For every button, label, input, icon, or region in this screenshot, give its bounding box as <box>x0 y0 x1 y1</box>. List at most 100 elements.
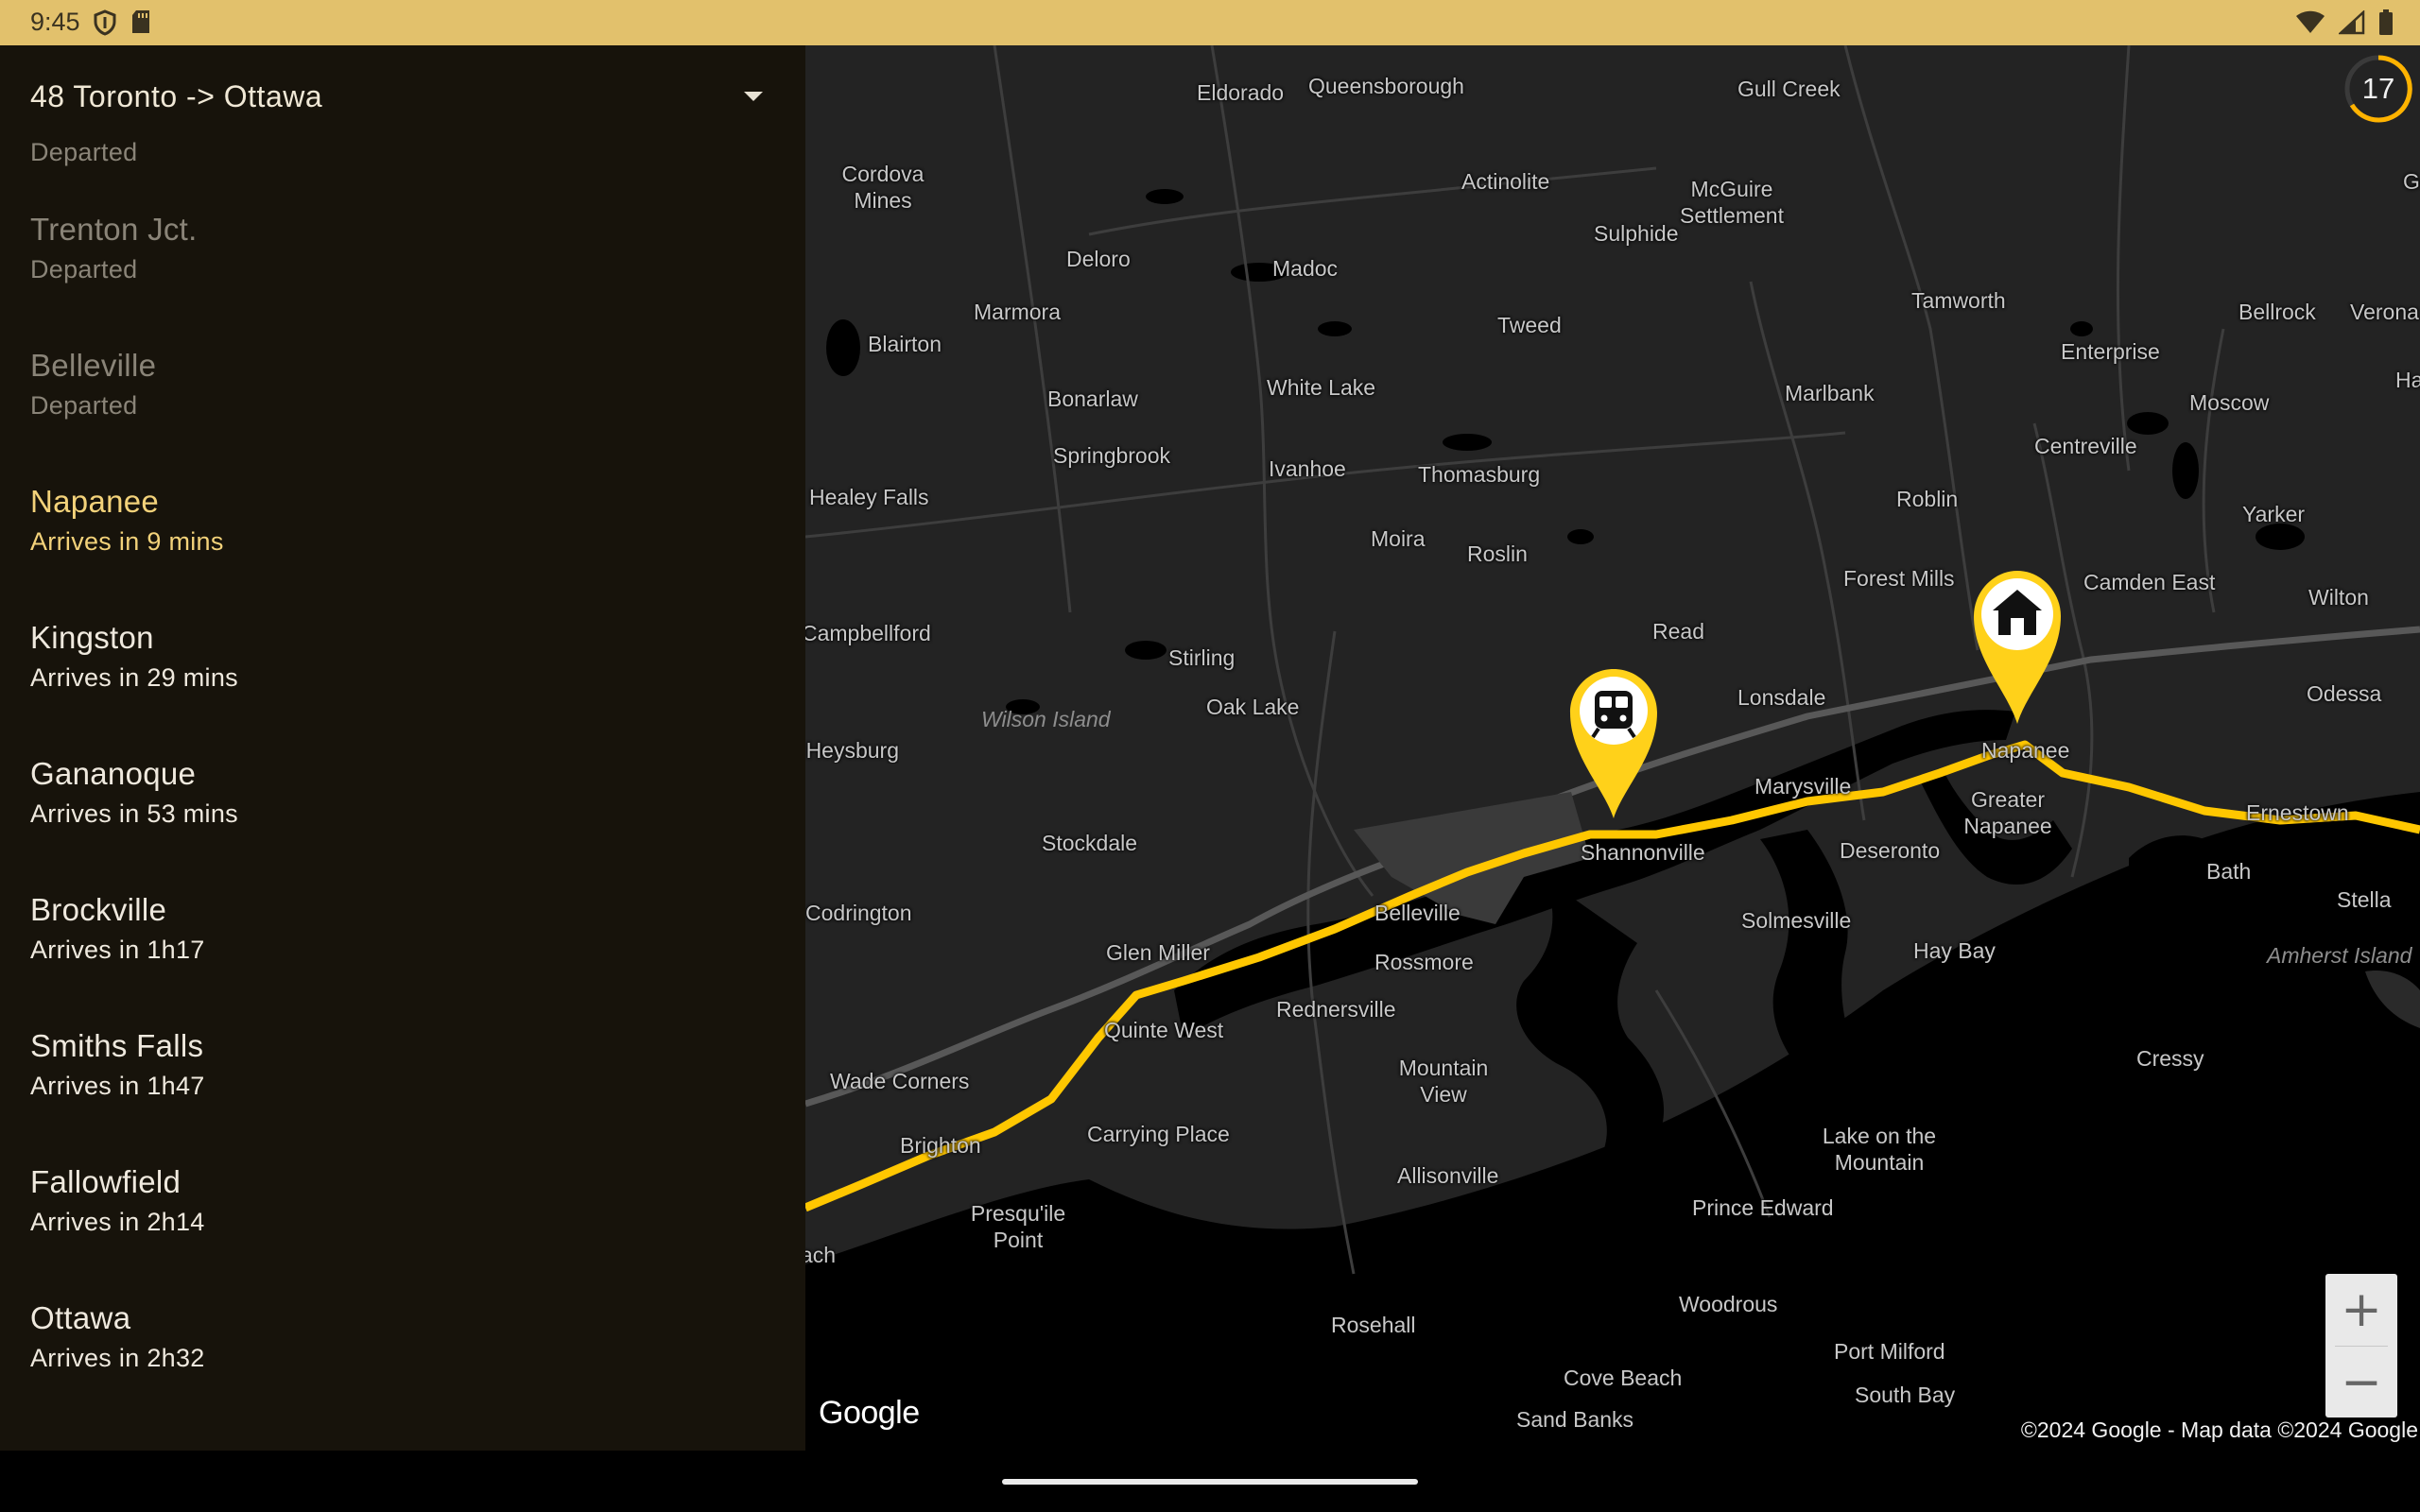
map-place-label: Beach <box>805 1243 836 1267</box>
map-place-label: Eldorado <box>1197 80 1285 105</box>
map-place-label: Presqu'ile Point <box>970 1201 1066 1252</box>
navigation-bar <box>0 1451 2420 1512</box>
train-icon <box>1570 669 1657 818</box>
cell-signal-icon <box>2339 10 2365 35</box>
list-item[interactable]: Trenton Jct. Departed <box>30 212 768 325</box>
map-place-label: Campbellford <box>805 621 931 645</box>
list-item[interactable]: Smiths Falls Arrives in 1h47 <box>30 1028 768 1142</box>
status-left-icons <box>93 9 151 36</box>
map-place-label: Brighton <box>900 1133 981 1158</box>
map-place-label: Rossmore <box>1374 950 1474 974</box>
map-place-label: Deseronto <box>1840 838 1941 863</box>
map-place-label: Stella <box>2337 887 2392 912</box>
map-place-label: Napanee <box>1981 738 2070 763</box>
map-place-label: Rosehall <box>1331 1313 1416 1337</box>
map-place-label: Healey Falls <box>809 485 929 509</box>
map-water-label: Amherst Island <box>2267 943 2412 968</box>
list-item[interactable]: Kingston Arrives in 29 mins <box>30 620 768 733</box>
shield-icon <box>94 9 116 36</box>
list-item-current[interactable]: Napanee Arrives in 9 mins <box>30 484 768 597</box>
map-place-label: Tamworth <box>1911 288 2006 313</box>
zoom-in-button[interactable]: + <box>2325 1274 2397 1346</box>
map-place-label: Queensborough <box>1308 74 1464 98</box>
zoom-controls: + − <box>2325 1274 2397 1418</box>
map-place-label: Verona <box>2350 300 2419 324</box>
map-place-label: Cove Beach <box>1564 1366 1683 1390</box>
map-place-label: Glen Miller <box>1106 940 1210 965</box>
zoom-out-button[interactable]: − <box>2325 1347 2397 1418</box>
stop-name: Gananoque <box>30 756 197 791</box>
map-place-label: Carrying Place <box>1087 1122 1230 1146</box>
sd-card-icon <box>132 10 149 33</box>
map-place-label: Marmora <box>974 300 1062 324</box>
map-place-label: Gull Creek <box>1737 77 1841 101</box>
home-icon <box>1974 571 2061 724</box>
map-place-label: Wilton <box>2308 585 2369 610</box>
map-place-label: Quinte West <box>1104 1018 1224 1042</box>
map-place-label: Roslin <box>1467 541 1528 566</box>
map-place-label: Bonarlaw <box>1047 387 1138 411</box>
stop-name: Trenton Jct. <box>30 212 198 247</box>
map-place-label: Moira <box>1371 526 1426 551</box>
list-item[interactable]: Ottawa Arrives in 2h32 <box>30 1300 768 1414</box>
list-item[interactable]: Gananoque Arrives in 53 mins <box>30 756 768 869</box>
dropdown-arrow-icon[interactable] <box>741 89 766 104</box>
map-place-label: Bath <box>2206 859 2252 884</box>
map-place-label: Springbrook <box>1053 443 1171 468</box>
stop-status: Arrives in 1h47 <box>30 1072 205 1100</box>
map-place-label: White Lake <box>1267 375 1376 400</box>
map-place-label: Belleville <box>1374 901 1461 925</box>
map-place-label: Wade Corners <box>830 1069 970 1093</box>
stop-list-panel: 48 Toronto -> Ottawa Departed Trenton Jc… <box>0 45 805 1451</box>
map-place-label: Codrington <box>805 901 912 925</box>
map-place-label: Stockdale <box>1042 831 1138 855</box>
map-place-label: Shannonville <box>1581 840 1705 865</box>
stop-status: Arrives in 2h32 <box>30 1344 205 1372</box>
map-place-label: Read <box>1652 619 1704 644</box>
map-place-label: Marysville <box>1754 774 1852 799</box>
map-place-label: Thomasburg <box>1418 462 1541 487</box>
stop-name: Kingston <box>30 620 154 655</box>
stop-name: Ottawa <box>30 1300 131 1335</box>
map-place-label: Greater Napanee <box>1963 787 2052 838</box>
map-place-label: Prince Edward <box>1692 1195 1834 1220</box>
map-place-label: Tweed <box>1497 313 1562 337</box>
wifi-icon <box>2296 10 2325 33</box>
stop-status: Departed <box>30 255 138 284</box>
refresh-countdown: 17 <box>2342 53 2414 125</box>
map-place-label: Lonsdale <box>1737 685 1826 710</box>
list-item[interactable]: Fallowfield Arrives in 2h14 <box>30 1164 768 1278</box>
map-place-label: Ivanhoe <box>1269 456 1346 481</box>
map-water-label: Wilson Island <box>981 707 1111 731</box>
map-place-label: Odessa <box>2307 681 2382 706</box>
stop-name: Brockville <box>30 892 167 927</box>
map-place-label: Blairton <box>868 332 942 356</box>
map-attribution[interactable]: ©2024 Google - Map data ©2024 Google <box>2021 1418 2418 1443</box>
stop-name: Smiths Falls <box>30 1028 204 1063</box>
list-item[interactable]: Belleville Departed <box>30 348 768 461</box>
map-place-label: Oak Lake <box>1206 695 1300 719</box>
home-gesture-handle[interactable] <box>1002 1479 1418 1485</box>
status-time: 9:45 <box>30 8 80 36</box>
list-item[interactable]: Brockville Arrives in 1h17 <box>30 892 768 1005</box>
map-place-label: Woodrous <box>1679 1292 1778 1316</box>
map-place-label: Roblin <box>1896 487 1959 511</box>
map-place-label: Rednersville <box>1276 997 1396 1022</box>
map-place-label: Allisonville <box>1397 1163 1499 1188</box>
status-bar: 9:45 <box>0 0 2420 45</box>
map-place-label: Forest Mills <box>1843 566 1955 591</box>
stop-status: Arrives in 29 mins <box>30 663 238 692</box>
map-place-label: Marlbank <box>1785 381 1875 405</box>
stop-status: Arrives in 2h14 <box>30 1208 205 1236</box>
map-place-label: Enterprise <box>2061 339 2160 364</box>
stop-status: Departed <box>30 391 138 420</box>
battery-icon <box>2379 9 2393 35</box>
map-view[interactable]: Eldorado Queensborough Gull Creek Cordov… <box>805 45 2420 1451</box>
map-place-label: Stirling <box>1168 645 1236 670</box>
map-place-label: Sulphide <box>1594 221 1679 246</box>
map-place-label: Moscow <box>2189 390 2270 415</box>
map-place-label: Yarker <box>2242 502 2306 526</box>
map-place-label: Bellrock <box>2238 300 2316 324</box>
map-place-label: Camden East <box>2083 570 2216 594</box>
map-place-label: Hay Bay <box>1913 938 1996 963</box>
